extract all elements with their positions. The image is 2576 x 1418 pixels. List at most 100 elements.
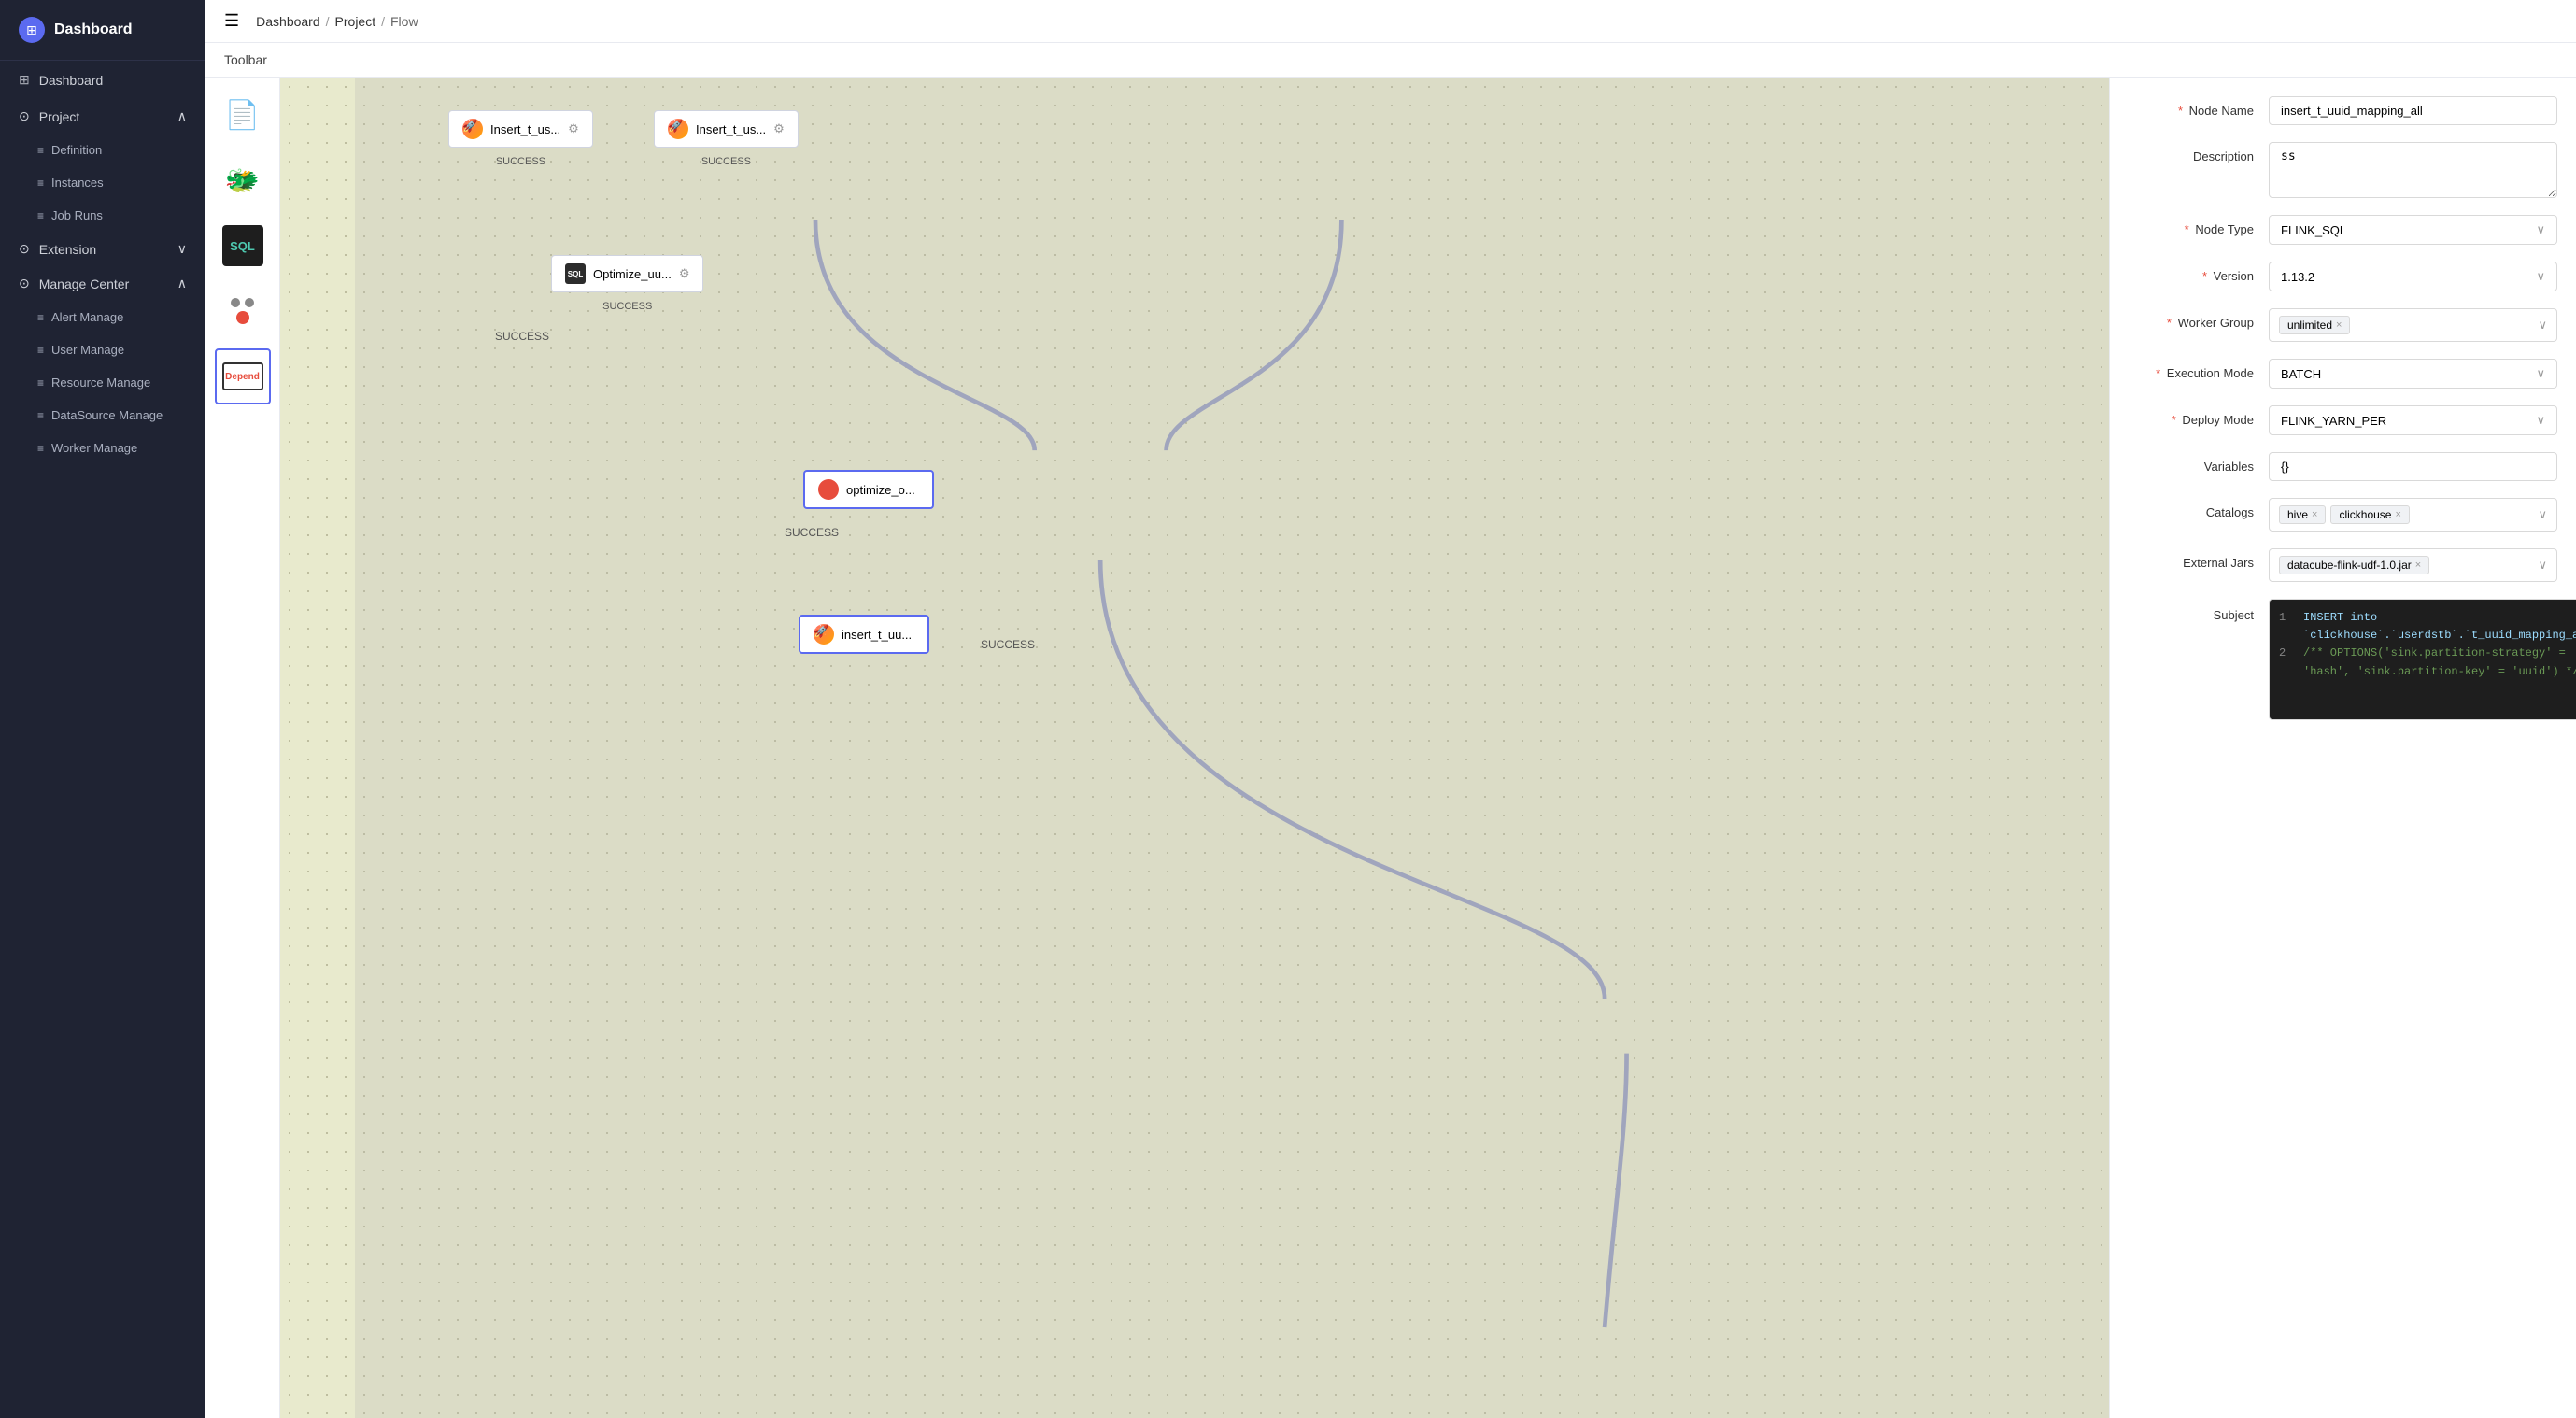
sidebar-managecenter-subsection: ≡ Alert Manage ≡ User Manage ≡ Resource … bbox=[0, 301, 205, 464]
sidebar-item-resourcemanage[interactable]: ≡ Resource Manage bbox=[9, 366, 205, 399]
sidebar-section-managecenter-label: Manage Center bbox=[39, 277, 130, 291]
usermanage-icon: ≡ bbox=[37, 344, 44, 357]
sidebar-item-instances[interactable]: ≡ Instances bbox=[9, 166, 205, 199]
main-content: ☰ Dashboard / Project / Flow Toolbar 📄 🐲 bbox=[205, 0, 2576, 1418]
select-version[interactable]: 1.13.2 ∨ bbox=[2269, 262, 2557, 291]
alertmanage-icon: ≡ bbox=[37, 311, 44, 324]
sidebar-item-instances-label: Instances bbox=[51, 176, 104, 190]
project-icon: ⊙ bbox=[19, 108, 30, 124]
code-linenum-1: 1 bbox=[2279, 609, 2294, 645]
chevron-down-externaljars: ∨ bbox=[2538, 558, 2547, 573]
flow-node-5[interactable]: 🚀 insert_t_uu... bbox=[799, 615, 929, 654]
select-nodetype-value: FLINK_SQL bbox=[2281, 223, 2346, 237]
label-nodetype: * Node Type bbox=[2129, 215, 2269, 236]
label-description: Description Description bbox=[2129, 142, 2269, 163]
tool-item-nodes[interactable] bbox=[215, 283, 271, 339]
dragon-icon: 🐲 bbox=[225, 164, 260, 197]
resourcemanage-icon: ≡ bbox=[37, 376, 44, 390]
label-catalogs: Catalogs bbox=[2129, 498, 2269, 519]
select-executionmode[interactable]: BATCH ∨ bbox=[2269, 359, 2557, 389]
code-editor-subject[interactable]: 1 INSERT into `clickhouse`.`userdstb`.`t… bbox=[2269, 599, 2576, 720]
sidebar-item-alertmanage[interactable]: ≡ Alert Manage bbox=[9, 301, 205, 333]
label-version: * Version bbox=[2129, 262, 2269, 283]
label-variables: Variables bbox=[2129, 452, 2269, 474]
sidebar-item-datasourcemanage-label: DataSource Manage bbox=[51, 408, 163, 422]
input-variables[interactable] bbox=[2269, 452, 2557, 481]
tool-item-sql[interactable]: SQL bbox=[215, 218, 271, 274]
select-nodetype[interactable]: FLINK_SQL ∨ bbox=[2269, 215, 2557, 245]
logo-text: Dashboard bbox=[54, 21, 133, 38]
node-settings-1[interactable]: ⚙ bbox=[568, 121, 579, 136]
select-executionmode-value: BATCH bbox=[2281, 367, 2321, 381]
breadcrumb-project[interactable]: Project bbox=[335, 14, 376, 29]
tool-item-page[interactable]: 📄 bbox=[215, 87, 271, 143]
tag-workergroup-remove[interactable]: × bbox=[2336, 319, 2342, 331]
required-star-version: * bbox=[2202, 269, 2207, 283]
tool-item-depend[interactable]: Depend bbox=[215, 348, 271, 404]
sidebar-section-extension-left: ⊙ Extension bbox=[19, 241, 96, 257]
select-catalogs[interactable]: hive × clickhouse × ∨ bbox=[2269, 498, 2557, 532]
code-line-2: 2 /** OPTIONS('sink.partition-strategy' … bbox=[2279, 645, 2576, 680]
sidebar-item-jobruns[interactable]: ≡ Job Runs bbox=[9, 199, 205, 232]
tag-jar-remove[interactable]: × bbox=[2415, 560, 2421, 571]
select-externaljars[interactable]: datacube-flink-udf-1.0.jar × ∨ bbox=[2269, 548, 2557, 582]
flow-node-4[interactable]: optimize_o... bbox=[803, 470, 934, 509]
node-status-1: SUCCESS bbox=[449, 156, 592, 167]
select-version-value: 1.13.2 bbox=[2281, 270, 2314, 284]
node-status-2: SUCCESS bbox=[655, 156, 798, 167]
breadcrumb: Dashboard / Project / Flow bbox=[256, 14, 418, 29]
tag-hive-remove[interactable]: × bbox=[2312, 509, 2317, 520]
header: ☰ Dashboard / Project / Flow bbox=[205, 0, 2576, 43]
input-description[interactable]: ss bbox=[2269, 142, 2557, 198]
chevron-down-icon: ∨ bbox=[177, 241, 187, 257]
node-icon-2: 🚀 bbox=[668, 119, 688, 139]
flow-node-2[interactable]: 🚀 Insert_t_us... ⚙ SUCCESS bbox=[654, 110, 799, 148]
input-nodename[interactable] bbox=[2269, 96, 2557, 125]
form-row-version: * Version 1.13.2 ∨ bbox=[2129, 262, 2557, 291]
select-workergroup[interactable]: unlimited × ∨ bbox=[2269, 308, 2557, 342]
form-row-subject: Subject 1 INSERT into `clickhouse`.`user… bbox=[2129, 599, 2557, 720]
sidebar-section-project[interactable]: ⊙ Project ∧ bbox=[0, 99, 205, 134]
extension-icon: ⊙ bbox=[19, 241, 30, 257]
node-label-4: optimize_o... bbox=[846, 483, 915, 497]
flow-canvas[interactable]: 📄 🐲 SQL bbox=[205, 78, 2109, 1418]
sidebar-section-extension-label: Extension bbox=[39, 242, 96, 257]
node-label-2: Insert_t_us... bbox=[696, 122, 766, 136]
label-subject: Subject bbox=[2129, 599, 2269, 622]
breadcrumb-sep1: / bbox=[326, 14, 330, 29]
node-settings-2[interactable]: ⚙ bbox=[773, 121, 785, 136]
chevron-down-catalogs: ∨ bbox=[2538, 507, 2547, 522]
canvas-background[interactable]: 🚀 Insert_t_us... ⚙ SUCCESS 🚀 Insert_t_us… bbox=[280, 78, 2109, 1418]
sidebar-item-datasourcemanage[interactable]: ≡ DataSource Manage bbox=[9, 399, 205, 432]
sidebar-item-workermanage[interactable]: ≡ Worker Manage bbox=[9, 432, 205, 464]
chevron-down-deploymode: ∨ bbox=[2536, 413, 2545, 428]
depend-icon: Depend bbox=[222, 362, 263, 390]
form-row-description: Description Description ss bbox=[2129, 142, 2557, 198]
sidebar-item-workermanage-label: Worker Manage bbox=[51, 441, 137, 455]
node-label-5: insert_t_uu... bbox=[842, 628, 912, 642]
breadcrumb-dashboard[interactable]: Dashboard bbox=[256, 14, 320, 29]
sidebar-section-managecenter[interactable]: ⊙ Manage Center ∧ bbox=[0, 266, 205, 301]
node-icon-5: 🚀 bbox=[814, 624, 834, 645]
sidebar-item-usermanage[interactable]: ≡ User Manage bbox=[9, 333, 205, 366]
sidebar-item-alertmanage-label: Alert Manage bbox=[51, 310, 123, 324]
node-settings-3[interactable]: ⚙ bbox=[679, 266, 690, 281]
tool-palette: 📄 🐲 SQL bbox=[205, 78, 280, 1418]
menu-icon[interactable]: ☰ bbox=[224, 11, 239, 31]
flow-node-3[interactable]: SQL Optimize_uu... ⚙ SUCCESS bbox=[551, 255, 703, 292]
sidebar-item-dashboard[interactable]: ⊞ Dashboard bbox=[0, 61, 205, 99]
tag-clickhouse-remove[interactable]: × bbox=[2395, 509, 2400, 520]
sidebar-section-extension[interactable]: ⊙ Extension ∨ bbox=[0, 232, 205, 266]
tool-item-dragon[interactable]: 🐲 bbox=[215, 152, 271, 208]
sidebar-item-usermanage-label: User Manage bbox=[51, 343, 124, 357]
node-icon-1: 🚀 bbox=[462, 119, 483, 139]
sidebar-item-jobruns-label: Job Runs bbox=[51, 208, 103, 222]
node-icon-3: SQL bbox=[565, 263, 586, 284]
flow-node-1[interactable]: 🚀 Insert_t_us... ⚙ SUCCESS bbox=[448, 110, 593, 148]
required-star-nodename: * bbox=[2178, 104, 2183, 118]
canvas-success-2: SUCCESS bbox=[785, 526, 839, 539]
select-deploymode[interactable]: FLINK_YARN_PER ∨ bbox=[2269, 405, 2557, 435]
sidebar-item-definition[interactable]: ≡ Definition bbox=[9, 134, 205, 166]
sidebar: ⊞ Dashboard ⊞ Dashboard ⊙ Project ∧ ≡ De… bbox=[0, 0, 205, 1418]
datasourcemanage-icon: ≡ bbox=[37, 409, 44, 422]
